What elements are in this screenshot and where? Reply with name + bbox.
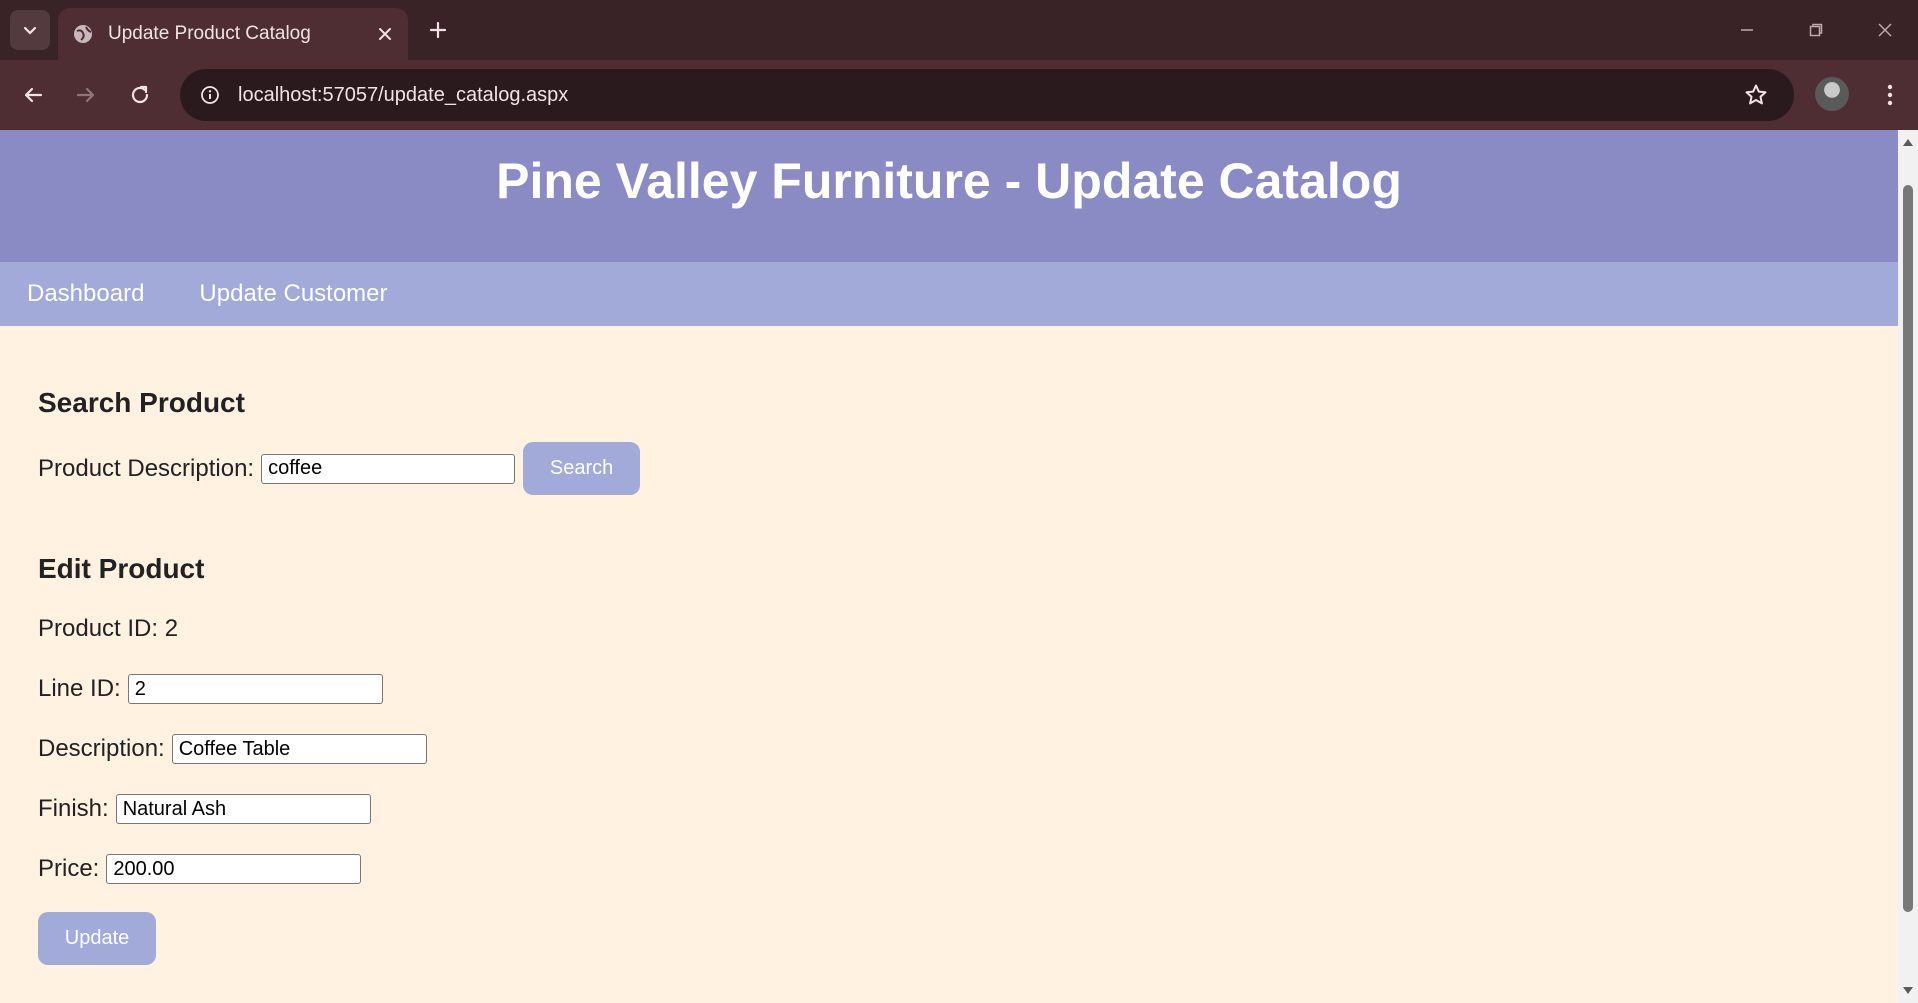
browser-toolbar: localhost:57057/update_catalog.aspx [0, 60, 1918, 130]
scroll-up-icon[interactable] [1902, 136, 1914, 148]
finish-label: Finish: [38, 795, 109, 822]
product-description-label: Product Description: [38, 454, 255, 482]
forward-arrow-icon[interactable] [68, 77, 104, 113]
site-info-icon[interactable] [194, 79, 226, 111]
description-input[interactable] [171, 734, 427, 764]
update-row: Update [38, 912, 1898, 965]
finish-row: Finish: [38, 794, 1898, 824]
close-window-icon[interactable] [1863, 12, 1907, 48]
description-row: Description: [38, 734, 1898, 764]
more-options-icon[interactable] [1872, 77, 1908, 113]
search-button[interactable]: Search [523, 442, 641, 495]
line-id-input[interactable] [127, 674, 383, 704]
close-tab-icon[interactable] [370, 19, 400, 49]
minimize-icon[interactable] [1725, 12, 1769, 48]
profile-avatar[interactable] [1815, 77, 1849, 111]
nav-link-dashboard[interactable]: Dashboard [27, 280, 144, 308]
page-viewport: Pine Valley Furniture - Update Catalog D… [0, 130, 1898, 1003]
line-id-label: Line ID: [38, 675, 121, 702]
update-button[interactable]: Update [38, 912, 156, 965]
new-tab-icon[interactable] [422, 14, 454, 46]
page-title: Pine Valley Furniture - Update Catalog [496, 153, 1402, 209]
globe-icon [72, 23, 94, 45]
bookmark-star-icon[interactable] [1736, 75, 1776, 115]
product-id-row: Product ID: 2 [38, 615, 1898, 643]
nav-link-update-customer[interactable]: Update Customer [199, 280, 387, 308]
search-row: Product Description: Search [38, 442, 1898, 495]
page-header: Pine Valley Furniture - Update Catalog [0, 130, 1898, 262]
address-bar[interactable]: localhost:57057/update_catalog.aspx [180, 69, 1794, 121]
url-text[interactable]: localhost:57057/update_catalog.aspx [238, 84, 1736, 107]
line-id-row: Line ID: [38, 674, 1898, 704]
site-navbar: Dashboard Update Customer [0, 262, 1898, 326]
finish-input[interactable] [115, 794, 371, 824]
chevron-down-icon [23, 26, 37, 35]
browser-tab-active[interactable]: Update Product Catalog [58, 8, 408, 60]
description-label: Description: [38, 735, 165, 762]
product-description-input[interactable] [261, 453, 516, 484]
reload-icon[interactable] [122, 77, 158, 113]
price-row: Price: [38, 854, 1898, 884]
search-heading: Search Product [38, 387, 245, 418]
browser-tabstrip: Update Product Catalog [0, 0, 1918, 60]
tab-title: Update Product Catalog [108, 23, 311, 44]
back-arrow-icon[interactable] [15, 77, 51, 113]
restore-icon[interactable] [1794, 12, 1838, 48]
page-scrollbar[interactable] [1898, 130, 1918, 1003]
price-input[interactable] [106, 854, 362, 884]
scroll-down-icon[interactable] [1902, 985, 1914, 997]
scroll-thumb[interactable] [1903, 185, 1913, 912]
main-content: Search Product Product Description: Sear… [0, 387, 1898, 965]
product-id-text: Product ID: 2 [38, 615, 179, 642]
price-label: Price: [38, 855, 100, 882]
tab-search-button[interactable] [10, 10, 50, 50]
edit-heading: Edit Product [38, 553, 205, 584]
